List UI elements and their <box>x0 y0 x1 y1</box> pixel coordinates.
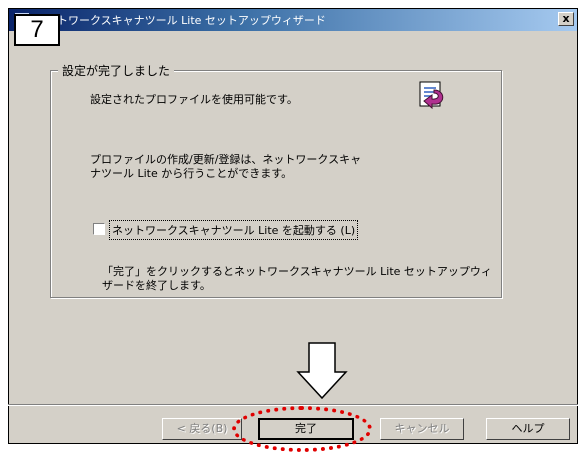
wizard-document-icon <box>419 81 444 110</box>
status-text: 設定されたプロファイルを使用可能です。 <box>90 93 298 106</box>
group-legend: 設定が完了しました <box>58 62 175 79</box>
step-number-badge: 7 <box>14 14 60 46</box>
close-button[interactable]: x <box>558 12 574 26</box>
window-title: ネットワークスキャナツール Lite セットアップウィザード <box>35 14 326 27</box>
title-bar[interactable]: ネットワークスキャナツール Lite セットアップウィザード x <box>9 9 577 31</box>
launch-checkbox[interactable] <box>93 223 105 235</box>
finish-text-line2: ザードを終了します。 <box>102 279 211 292</box>
info-text-line1: プロファイルの作成/更新/登録は、ネットワークスキャ <box>90 153 362 166</box>
down-arrow-icon <box>296 342 348 400</box>
back-button[interactable]: < 戻る(B) <box>162 418 242 440</box>
finish-text-line1: 「完了」をクリックするとネットワークスキャナツール Lite セットアップウィ <box>102 265 492 278</box>
launch-checkbox-label[interactable]: ネットワークスキャナツール Lite を起動する (L) <box>109 220 359 240</box>
help-button[interactable]: ヘルプ <box>486 418 570 440</box>
finish-button[interactable]: 完了 <box>258 418 354 440</box>
info-text-line2: ナツール Lite から行うことができます。 <box>90 167 293 180</box>
button-separator <box>8 404 578 406</box>
cancel-button[interactable]: キャンセル <box>380 418 464 440</box>
